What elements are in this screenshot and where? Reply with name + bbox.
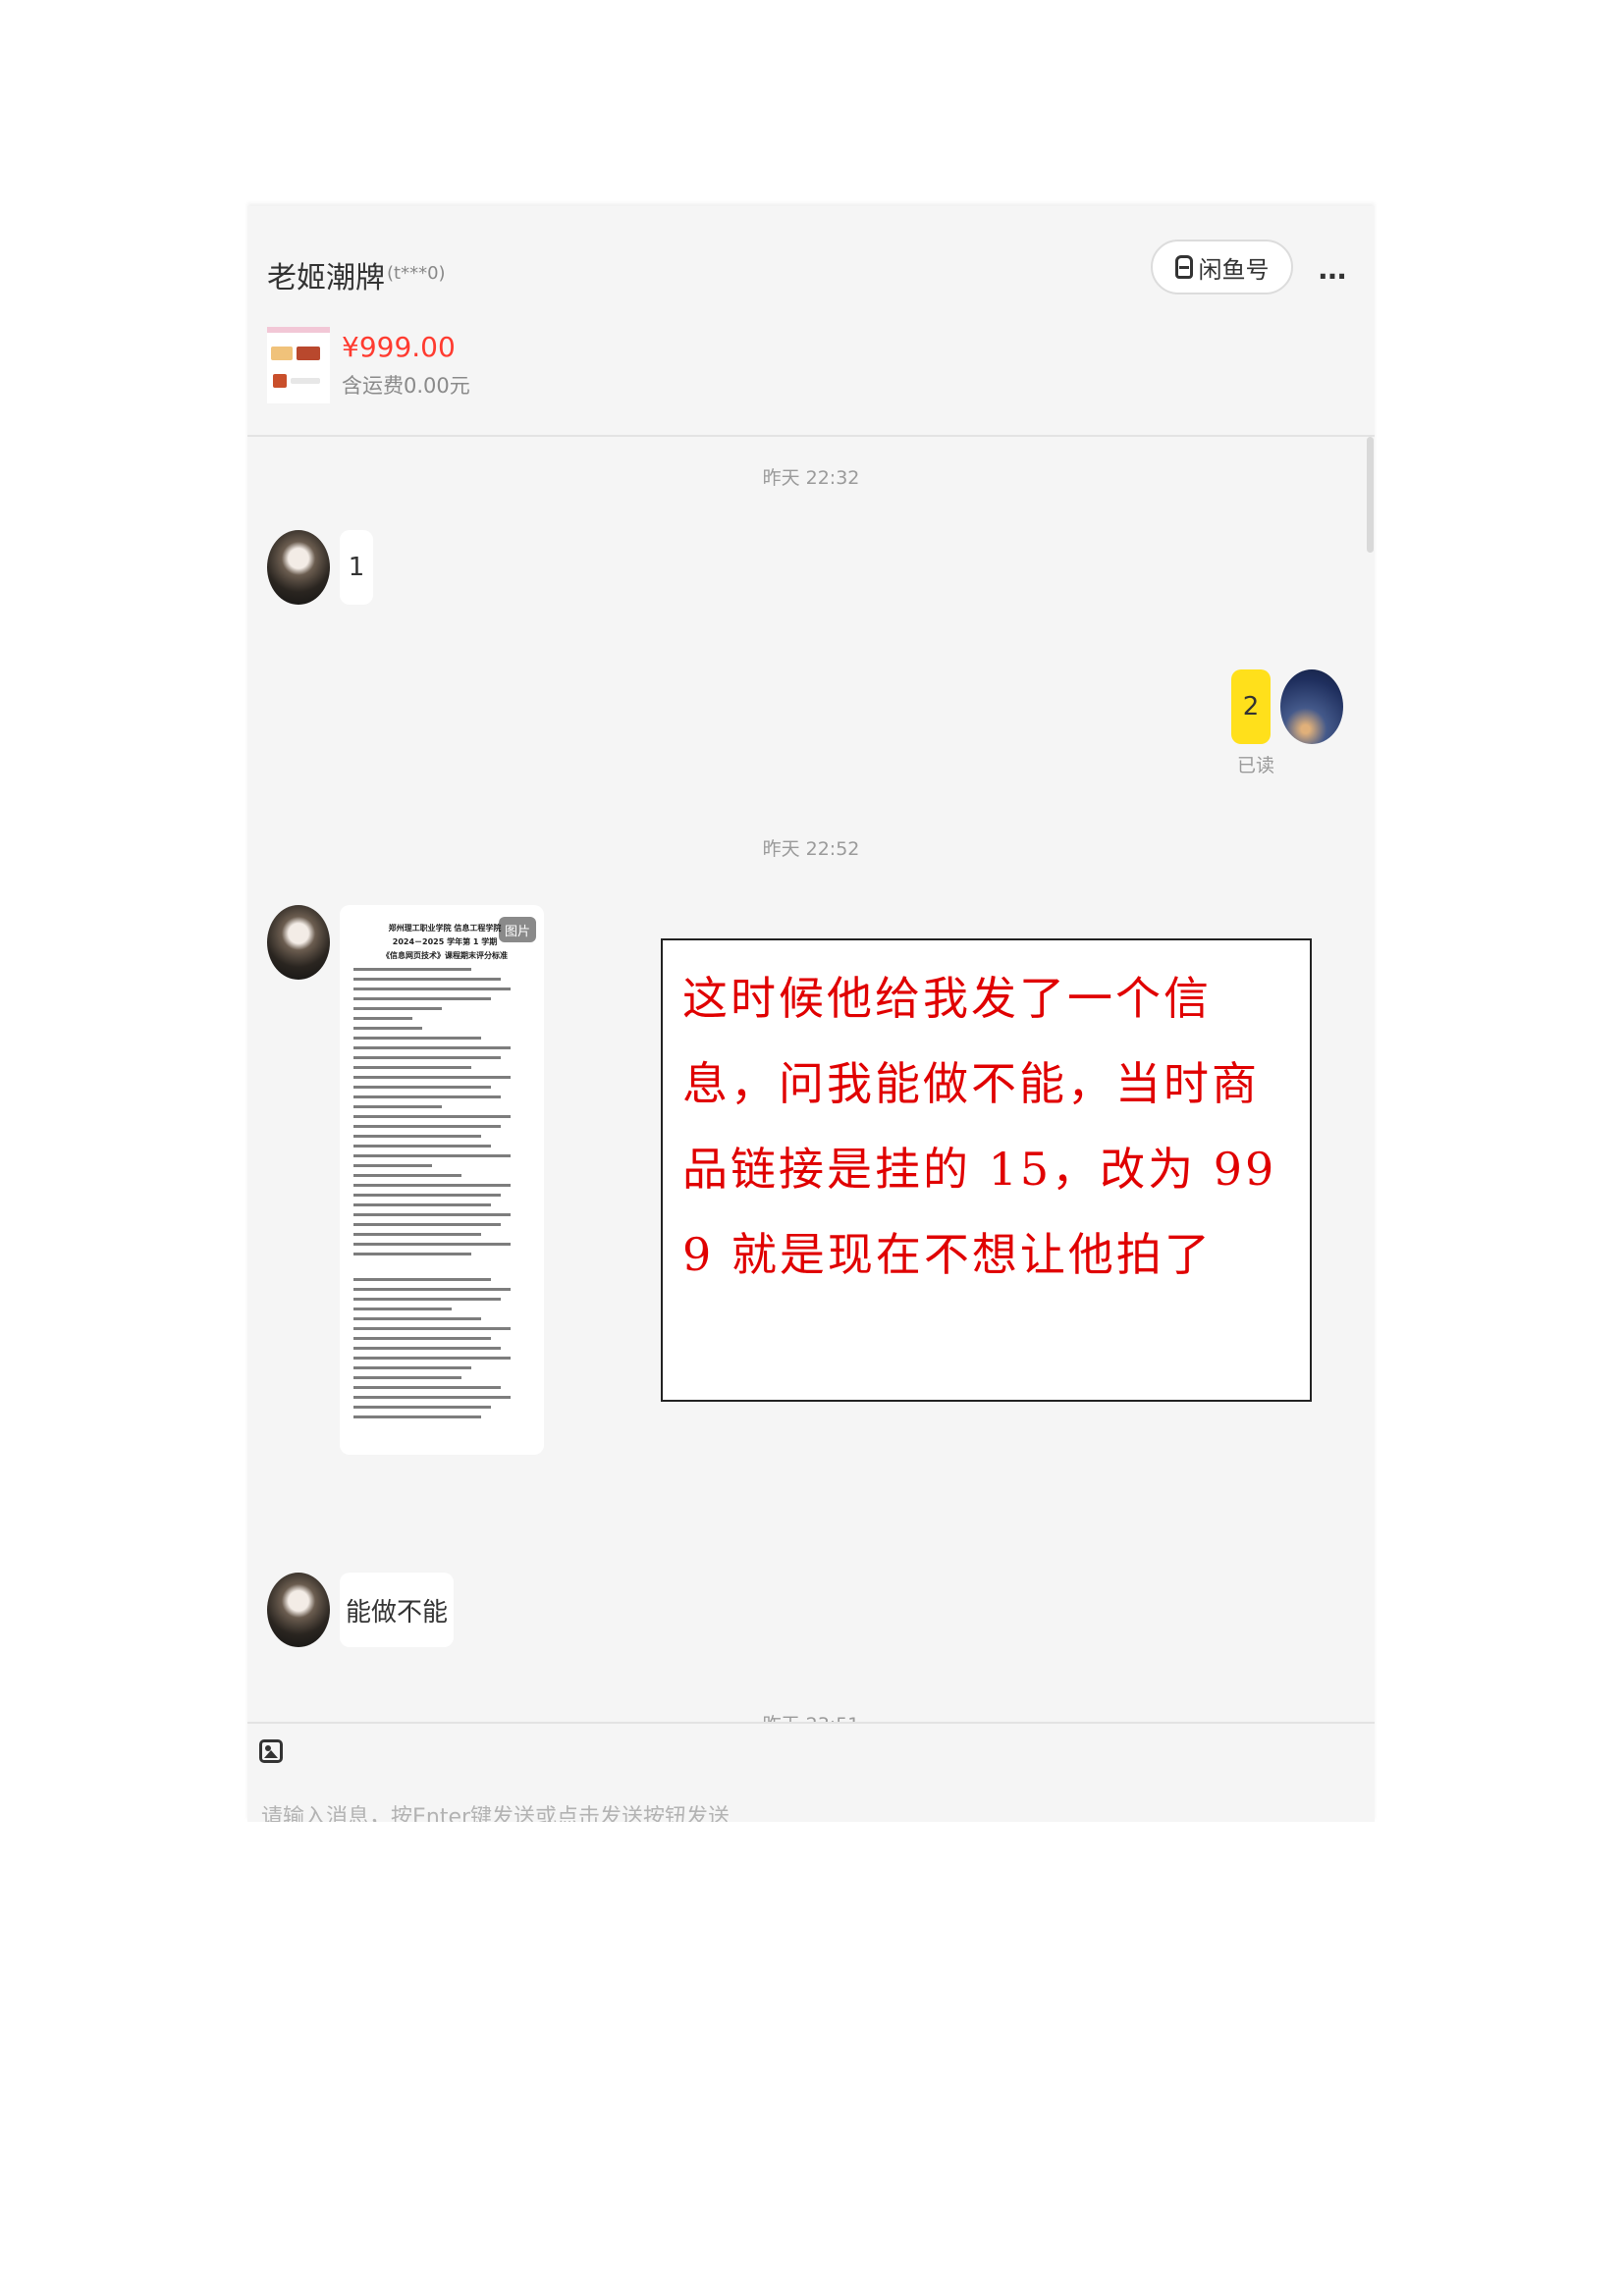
doc-text-line: [353, 1213, 511, 1216]
contact-avatar[interactable]: [267, 530, 330, 605]
xianyu-icon: [1174, 255, 1193, 279]
thumb-block: [291, 378, 320, 384]
image-message[interactable]: 图片 郑州理工职业学院 信息工程学院 2024－2025 学年第 1 学期 《信…: [340, 905, 544, 1455]
doc-text-line: [353, 1164, 432, 1167]
message-text: 1: [348, 553, 365, 582]
doc-title-line: 2024－2025 学年第 1 学期: [392, 937, 498, 946]
contact-avatar[interactable]: [267, 905, 330, 980]
doc-text-line: [353, 1194, 501, 1197]
doc-text-line: [353, 1037, 481, 1040]
thumb-block: [273, 374, 287, 388]
doc-title-line: 郑州理工职业学院 信息工程学院: [388, 924, 502, 933]
doc-text-line: [353, 1017, 412, 1020]
doc-text-line: [353, 1366, 471, 1369]
contact-avatar[interactable]: [267, 1573, 330, 1647]
message-text: 能做不能: [345, 1597, 448, 1628]
doc-text-line: [353, 988, 511, 990]
product-price: ¥999.00: [342, 331, 456, 363]
doc-text-line: [353, 1154, 511, 1157]
doc-text-line: [353, 1317, 481, 1320]
doc-text-line: [353, 997, 491, 1000]
message-bubble-sent: 2: [1231, 669, 1271, 744]
annotation-box: 这时候他给我发了一个信息，问我能做不能，当时商品链接是挂的 15，改为 999 …: [661, 938, 1312, 1402]
timestamp: 昨天 22:52: [762, 838, 860, 860]
doc-text-line: [353, 1406, 491, 1409]
doc-text-line: [353, 1223, 501, 1226]
message-bubble-received: 1: [340, 530, 373, 605]
doc-text-line: [353, 1376, 461, 1379]
doc-text-line: [353, 1066, 471, 1069]
doc-text-line: [353, 1135, 481, 1138]
doc-text-line: [353, 1357, 511, 1360]
annotation-text: 这时候他给我发了一个信息，问我能做不能，当时商品链接是挂的 15，改为 999 …: [682, 972, 1277, 1281]
doc-text-line: [353, 1288, 511, 1291]
doc-text-line: [353, 1076, 511, 1079]
doc-text-line: [353, 1095, 501, 1098]
doc-text-line: [353, 1125, 501, 1128]
xianyu-button-label: 闲鱼号: [1198, 255, 1270, 284]
contact-id: (t***0): [387, 263, 446, 284]
thumb-block: [271, 347, 293, 360]
thumb-block: [297, 347, 320, 360]
doc-text-line: [353, 1327, 511, 1330]
doc-text-line: [353, 1243, 511, 1246]
doc-text-line: [353, 978, 501, 981]
doc-title-line: 《信息网页技术》课程期末评分标准: [382, 951, 508, 960]
doc-text-line: [353, 1086, 491, 1089]
product-thumbnail[interactable]: [267, 327, 330, 403]
message-bubble-received: 能做不能: [340, 1573, 454, 1647]
doc-text-line: [353, 1145, 491, 1148]
doc-text-line: [353, 1233, 481, 1236]
product-bar[interactable]: ¥999.00 含运费0.00元: [247, 319, 1375, 437]
doc-text-line: [353, 1298, 501, 1301]
input-area: [247, 1722, 1375, 1822]
doc-text-line: [353, 968, 471, 971]
doc-text-line: [353, 1253, 471, 1255]
doc-text-line: [353, 1027, 422, 1030]
message-input[interactable]: [259, 1796, 1363, 1822]
doc-text-line: [353, 1386, 501, 1389]
read-status: 已读: [1237, 755, 1275, 776]
image-upload-icon[interactable]: [259, 1739, 283, 1763]
doc-text-line: [353, 1396, 511, 1399]
message-text: 2: [1242, 692, 1260, 721]
doc-text-line: [353, 1415, 481, 1418]
doc-text-line: [353, 1174, 461, 1177]
doc-text-line: [353, 1308, 452, 1310]
doc-text-line: [353, 1203, 491, 1206]
product-shipping: 含运费0.00元: [342, 374, 470, 398]
doc-text-line: [353, 1007, 442, 1010]
more-options-icon[interactable]: ...: [1318, 253, 1347, 286]
contact-name: 老姬潮牌: [267, 261, 385, 295]
xianyu-id-button[interactable]: 闲鱼号: [1151, 240, 1293, 294]
chat-header: 老姬潮牌 (t***0) 闲鱼号 ...: [247, 206, 1375, 319]
doc-text-line: [353, 1046, 511, 1049]
doc-text-line: [353, 1105, 442, 1108]
user-avatar[interactable]: [1280, 669, 1343, 744]
doc-text-line: [353, 1056, 501, 1059]
doc-text-line: [353, 1337, 491, 1340]
doc-text-line: [353, 1278, 491, 1281]
doc-text-line: [353, 1115, 511, 1118]
doc-text-line: [353, 1184, 511, 1187]
chat-scrollbar[interactable]: [1367, 437, 1374, 553]
doc-text-line: [353, 1347, 501, 1350]
timestamp: 昨天 22:32: [762, 467, 860, 489]
